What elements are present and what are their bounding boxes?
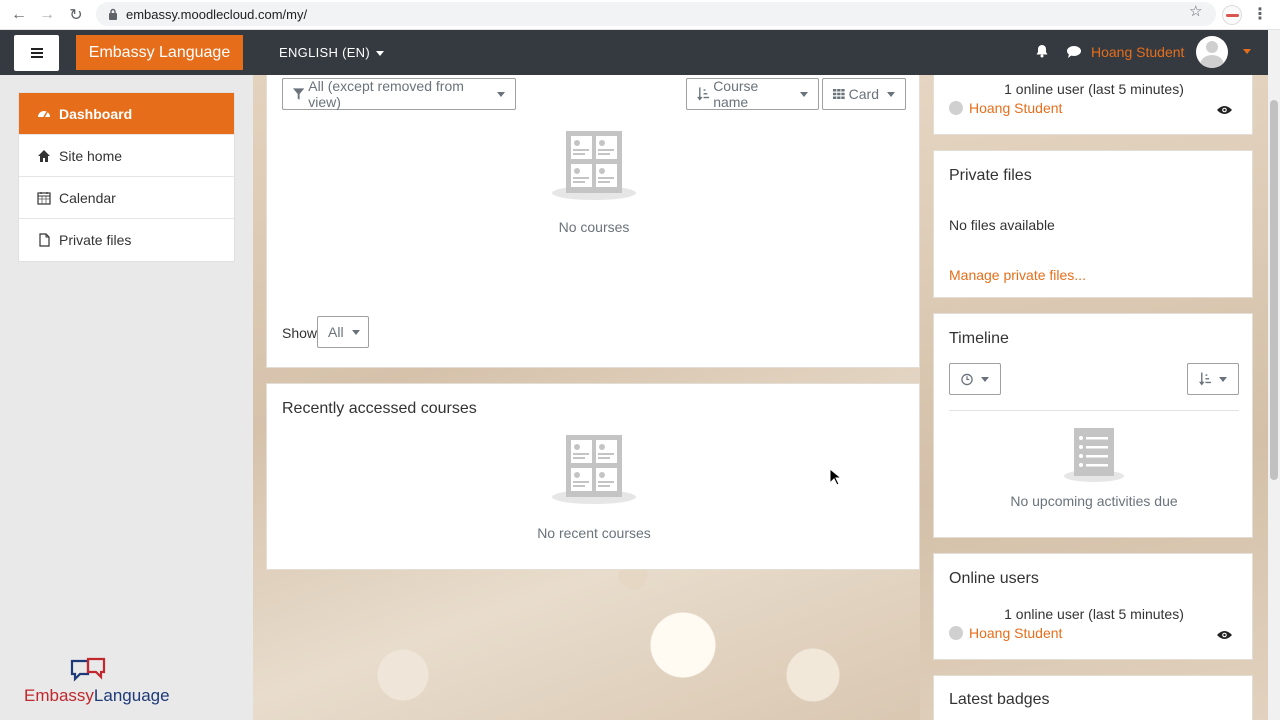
private-files-block: Private files No files available Manage … (933, 150, 1253, 298)
no-recent-courses-icon (552, 435, 636, 504)
timeline-sort-dropdown[interactable] (1187, 363, 1239, 395)
online-users-block-top: 1 online user (last 5 minutes) Hoang Stu… (933, 75, 1253, 135)
mouse-cursor-icon (829, 468, 841, 486)
online-user-link[interactable]: Hoang Student (969, 100, 1062, 116)
hamburger-menu-button[interactable] (14, 35, 59, 71)
latest-badges-block: Latest badges (933, 675, 1253, 720)
page-scrollbar[interactable] (1268, 30, 1280, 720)
browser-toolbar: ← → ↻ embassy.moodlecloud.com/my/ ☆ ⋮ (0, 0, 1280, 30)
online-users-summary: 1 online user (last 5 minutes) (1004, 81, 1184, 97)
logo-text: EmbassyLanguage (24, 686, 170, 705)
no-activities-icon (1064, 428, 1124, 482)
online-user-row[interactable]: Hoang Student (949, 100, 1062, 116)
reload-icon[interactable]: ↻ (62, 1, 90, 29)
timeline-title: Timeline (949, 330, 1009, 347)
eye-icon[interactable] (1217, 105, 1232, 115)
caret-down-icon (497, 91, 505, 97)
sidebar-item-label: Dashboard (59, 105, 133, 122)
private-files-title: Private files (949, 167, 1032, 184)
no-recent-courses-text: No recent courses (537, 525, 651, 541)
messages-icon[interactable] (1066, 45, 1082, 59)
timeline-filter-dropdown[interactable] (949, 363, 1001, 395)
course-sort-dropdown[interactable]: Course name (686, 78, 819, 110)
user-avatar-icon (949, 101, 963, 116)
nav-drawer: Dashboard Site home Calendar Private fil… (0, 75, 253, 720)
online-users-title: Online users (949, 570, 1039, 587)
lock-icon (109, 8, 117, 20)
show-label: Show (282, 325, 318, 341)
browser-menu-icon[interactable]: ⋮ (1252, 4, 1268, 24)
caret-down-icon (351, 329, 360, 335)
top-navbar: Embassy Language ENGLISH (EN) Hoang Stud… (0, 30, 1268, 75)
sidebar-item-label: Site home (59, 147, 123, 164)
eye-icon[interactable] (1217, 630, 1232, 640)
nav-list: Dashboard Site home Calendar Private fil… (18, 92, 235, 262)
online-users-summary: 1 online user (last 5 minutes) (1004, 606, 1184, 622)
extension-icon[interactable] (1222, 5, 1242, 25)
menu-icon (30, 52, 43, 54)
online-user-row[interactable]: Hoang Student (949, 625, 1062, 641)
caret-down-icon (981, 376, 989, 382)
url-text: embassy.moodlecloud.com/my/ (126, 6, 308, 22)
course-filter-dropdown[interactable]: All (except removed from view) (282, 78, 516, 110)
recent-courses-card: Recently accessed courses No recent cour… (266, 383, 920, 570)
recent-courses-title: Recently accessed courses (282, 400, 477, 417)
user-avatar[interactable] (1196, 36, 1228, 68)
course-overview-card: All (except removed from view) Course na… (266, 75, 920, 368)
timeline-block: Timeline No upcoming activities due (933, 313, 1253, 538)
sort-icon (697, 87, 710, 101)
home-icon (38, 149, 50, 162)
online-users-block: Online users 1 online user (last 5 minut… (933, 553, 1253, 660)
back-icon[interactable]: ← (5, 1, 33, 29)
caret-down-icon (887, 91, 895, 97)
course-view-dropdown[interactable]: Card (822, 78, 906, 110)
sidebar-item-dashboard[interactable]: Dashboard (19, 93, 234, 135)
show-paging-dropdown[interactable]: All (317, 316, 369, 348)
user-avatar-icon (949, 626, 963, 641)
no-activities-text: No upcoming activities due (1010, 493, 1178, 509)
bell-icon[interactable] (1035, 44, 1049, 58)
sidebar-item-label: Private files (59, 232, 132, 248)
bookmark-star-icon[interactable]: ☆ (1189, 2, 1202, 20)
no-files-text: No files available (949, 217, 1055, 233)
caret-down-icon (800, 91, 808, 97)
clock-icon (961, 373, 973, 385)
latest-badges-title: Latest badges (949, 691, 1050, 708)
filter-icon (293, 88, 305, 100)
sidebar-item-private-files[interactable]: Private files (19, 219, 234, 261)
manage-private-files-link[interactable]: Manage private files... (949, 267, 1086, 283)
caret-down-icon (1219, 376, 1227, 382)
caret-down-icon (376, 51, 385, 57)
speech-bubbles-icon (70, 657, 106, 682)
grid-icon (833, 89, 845, 99)
calendar-icon (37, 191, 51, 205)
timeline-divider (949, 410, 1239, 411)
sidebar-item-site-home[interactable]: Site home (19, 135, 234, 177)
language-dropdown[interactable]: ENGLISH (EN) (279, 45, 385, 60)
file-icon (39, 233, 50, 247)
online-user-link[interactable]: Hoang Student (969, 625, 1062, 641)
no-courses-text: No courses (558, 219, 630, 235)
user-menu-name[interactable]: Hoang Student (1091, 44, 1184, 60)
forward-icon[interactable]: → (33, 1, 61, 29)
user-menu-caret-icon[interactable] (1243, 49, 1251, 54)
language-label: ENGLISH (EN) (279, 45, 371, 60)
address-bar[interactable]: embassy.moodlecloud.com/my/ (96, 2, 1216, 26)
sidebar-item-label: Calendar (59, 189, 116, 206)
brand-button[interactable]: Embassy Language (76, 35, 243, 70)
sidebar-item-calendar[interactable]: Calendar (19, 177, 234, 219)
dashboard-icon (38, 110, 50, 117)
sort-icon (1199, 372, 1211, 386)
no-courses-icon (552, 131, 636, 200)
scrollbar-thumb[interactable] (1270, 100, 1278, 480)
